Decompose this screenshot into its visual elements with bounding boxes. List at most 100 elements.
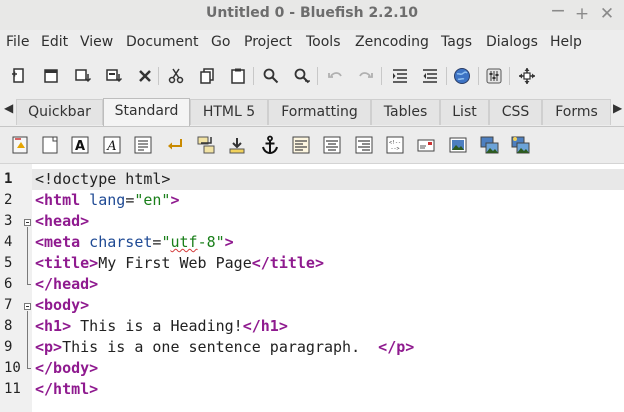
image-icon[interactable] xyxy=(446,133,470,157)
menu-zencoding[interactable]: Zencoding xyxy=(355,34,429,50)
center-icon[interactable] xyxy=(320,133,344,157)
italic-icon[interactable]: A xyxy=(100,133,124,157)
fold-toggle-head-icon[interactable] xyxy=(24,219,31,226)
code-text: This is a Heading! xyxy=(71,317,243,335)
tab-list[interactable]: List xyxy=(440,99,489,125)
close-window-button[interactable]: ✕ xyxy=(597,4,617,24)
save-as-icon[interactable] xyxy=(103,65,125,87)
line-number: 4 xyxy=(4,234,13,250)
open-file-icon[interactable] xyxy=(40,65,62,87)
code-line: </body> xyxy=(35,359,98,377)
line-number: 6 xyxy=(4,276,13,292)
find-replace-icon[interactable] xyxy=(291,65,313,87)
menu-file[interactable]: File xyxy=(6,34,29,50)
nbsp-icon[interactable] xyxy=(225,133,249,157)
line-number: 2 xyxy=(4,192,13,208)
code-line: </html> xyxy=(35,380,98,398)
line-number: 10 xyxy=(4,360,21,376)
bold-icon[interactable]: A xyxy=(68,133,92,157)
toolbar-separator xyxy=(478,67,479,85)
main-toolbar xyxy=(0,58,624,94)
preview-browser-icon[interactable] xyxy=(451,65,473,87)
tab-css[interactable]: CSS xyxy=(489,99,542,125)
maximize-button[interactable]: + xyxy=(572,4,592,24)
align-right-icon[interactable] xyxy=(352,133,376,157)
body-icon[interactable] xyxy=(38,133,62,157)
new-file-icon[interactable] xyxy=(8,65,30,87)
line-number: 11 xyxy=(4,381,21,397)
fold-toggle-body-icon[interactable] xyxy=(24,303,31,310)
menu-help[interactable]: Help xyxy=(550,34,582,50)
code-line: <body> xyxy=(35,296,89,314)
preferences-icon[interactable] xyxy=(483,65,505,87)
code-text: My First Web Page xyxy=(98,254,252,272)
menu-view[interactable]: View xyxy=(80,34,113,50)
tab-bar: ◀ Quickbar Standard HTML 5 Formatting Ta… xyxy=(0,97,624,127)
code-line: <meta charset="utf-8"> xyxy=(35,233,234,251)
tabs-scroll-left-icon[interactable]: ◀ xyxy=(4,101,13,115)
redo-icon[interactable] xyxy=(355,65,377,87)
fullscreen-icon[interactable] xyxy=(516,65,538,87)
paste-icon[interactable] xyxy=(227,65,249,87)
code-line: <h1> This is a Heading!</h1> xyxy=(35,317,288,335)
toolbar-separator xyxy=(381,67,382,85)
comment-icon[interactable]: <!-- --> xyxy=(383,133,407,157)
minimize-button[interactable]: ‒ xyxy=(548,0,568,24)
html-toolbar: A A <!-- --> xyxy=(0,127,624,164)
quickstart-icon[interactable] xyxy=(8,133,32,157)
save-icon[interactable] xyxy=(72,65,94,87)
unindent-icon[interactable] xyxy=(419,65,441,87)
fold-guide xyxy=(27,227,28,277)
code-tag: <h1> xyxy=(35,317,72,335)
spellcheck-word: utf xyxy=(170,233,198,251)
title-bar: Untitled 0 - Bluefish 2.2.10 ‒ + ✕ xyxy=(0,0,624,30)
menu-project[interactable]: Project xyxy=(244,34,292,50)
code-tag: <p> xyxy=(35,338,63,356)
toolbar-separator xyxy=(317,67,318,85)
tab-forms[interactable]: Forms xyxy=(542,99,611,125)
code-attr: charset xyxy=(80,233,153,251)
tab-quickbar[interactable]: Quickbar xyxy=(16,99,103,125)
svg-text:A: A xyxy=(75,139,85,154)
code-attr: lang xyxy=(80,191,126,209)
line-number: 8 xyxy=(4,318,13,334)
close-icon[interactable] xyxy=(134,65,156,87)
find-icon[interactable] xyxy=(260,65,282,87)
toolbar-separator xyxy=(158,67,159,85)
tab-standard[interactable]: Standard xyxy=(103,98,190,126)
align-left-icon[interactable] xyxy=(289,133,313,157)
code-tag: <body> xyxy=(35,296,90,314)
code-line: <p>This is a one sentence paragraph. </p… xyxy=(35,338,414,356)
tab-html5[interactable]: HTML 5 xyxy=(190,99,268,125)
menu-tools[interactable]: Tools xyxy=(306,34,341,50)
menu-dialogs[interactable]: Dialogs xyxy=(486,34,538,50)
indent-icon[interactable] xyxy=(389,65,411,87)
anchor-icon[interactable] xyxy=(258,133,282,157)
paragraph-icon[interactable] xyxy=(131,133,155,157)
code-value: -8" xyxy=(197,233,225,251)
window-title: Untitled 0 - Bluefish 2.2.10 xyxy=(205,5,419,21)
tabs-scroll-right-icon[interactable]: ▶ xyxy=(613,101,622,115)
menu-document[interactable]: Document xyxy=(126,34,199,50)
break-clear-icon[interactable] xyxy=(194,133,218,157)
email-icon[interactable] xyxy=(414,133,438,157)
multi-thumbnail-icon[interactable] xyxy=(508,133,532,157)
tab-tables[interactable]: Tables xyxy=(371,99,440,125)
code-editor[interactable]: 1 2 3 4 5 6 7 8 9 10 11 <!doctype html> … xyxy=(0,164,624,412)
code-line: </head> xyxy=(35,275,98,293)
tab-formatting[interactable]: Formatting xyxy=(268,99,371,125)
line-number: 1 xyxy=(4,171,13,187)
code-tag: </body> xyxy=(35,359,99,377)
copy-icon[interactable] xyxy=(196,65,218,87)
cut-icon[interactable] xyxy=(165,65,187,87)
fold-guide xyxy=(27,311,28,361)
break-icon[interactable] xyxy=(163,133,187,157)
code-tag: > xyxy=(224,233,234,251)
code-tag: </h1> xyxy=(242,317,288,335)
thumbnail-icon[interactable] xyxy=(477,133,501,157)
undo-icon[interactable] xyxy=(324,65,346,87)
menu-go[interactable]: Go xyxy=(211,34,230,50)
menu-edit[interactable]: Edit xyxy=(41,34,68,50)
code-line: <title>My First Web Page</title> xyxy=(35,254,324,272)
menu-tags[interactable]: Tags xyxy=(441,34,472,50)
